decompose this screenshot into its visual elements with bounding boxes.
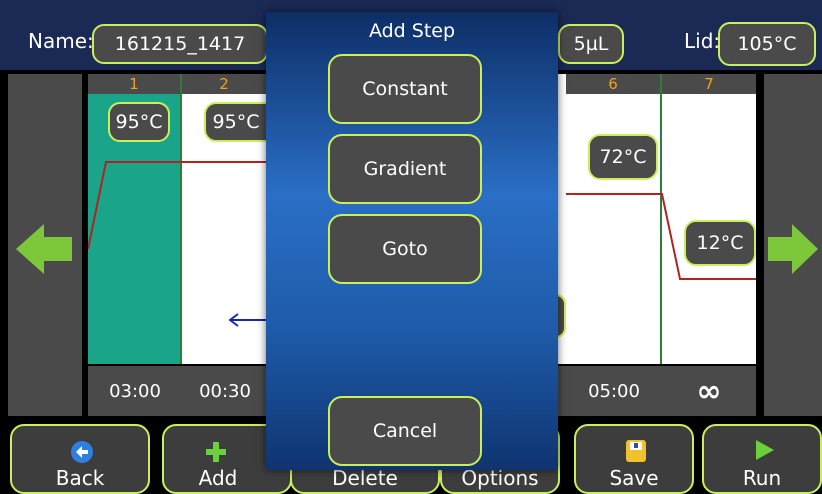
temperature-label[interactable]: 95°C: [204, 102, 266, 142]
temperature-label[interactable]: 72°C: [588, 134, 658, 180]
plus-icon: [206, 442, 226, 462]
arrow-right-icon: [768, 224, 818, 274]
scroll-left-button[interactable]: [8, 74, 82, 416]
play-icon: [756, 440, 774, 460]
step-time[interactable]: 03:00: [88, 366, 182, 416]
back-arrow-icon: [71, 441, 93, 463]
step-time[interactable]: 00:30: [182, 366, 268, 416]
back-button[interactable]: Back: [10, 424, 150, 494]
scroll-right-button[interactable]: [764, 74, 822, 416]
temperature-label[interactable]: 95°C: [108, 102, 170, 142]
infinity-time[interactable]: ∞: [662, 366, 756, 416]
volume-field[interactable]: 5µL: [558, 24, 624, 64]
constant-button[interactable]: Constant: [328, 54, 482, 124]
goto-button[interactable]: Goto: [328, 214, 482, 284]
temperature-label[interactable]: 12°C: [684, 220, 756, 266]
dialog-title: Add Step: [368, 20, 456, 42]
save-button[interactable]: Save: [574, 424, 694, 494]
cancel-button[interactable]: Cancel: [328, 396, 482, 466]
lid-field[interactable]: 105°C: [718, 22, 816, 66]
name-field[interactable]: 161215_1417: [92, 24, 268, 64]
run-label: Run: [742, 466, 782, 490]
arrow-left-icon: [16, 224, 72, 274]
run-button[interactable]: Run: [702, 424, 822, 494]
add-step-dialog: Add Step Constant Gradient Goto Cancel: [266, 12, 558, 470]
back-label: Back: [55, 466, 105, 490]
step-time[interactable]: 05:00: [566, 366, 662, 416]
save-label: Save: [609, 466, 659, 490]
gradient-button[interactable]: Gradient: [328, 134, 482, 204]
lid-label: Lid:: [684, 29, 721, 53]
name-label: Name:: [28, 29, 94, 53]
floppy-disk-icon: [626, 440, 646, 462]
